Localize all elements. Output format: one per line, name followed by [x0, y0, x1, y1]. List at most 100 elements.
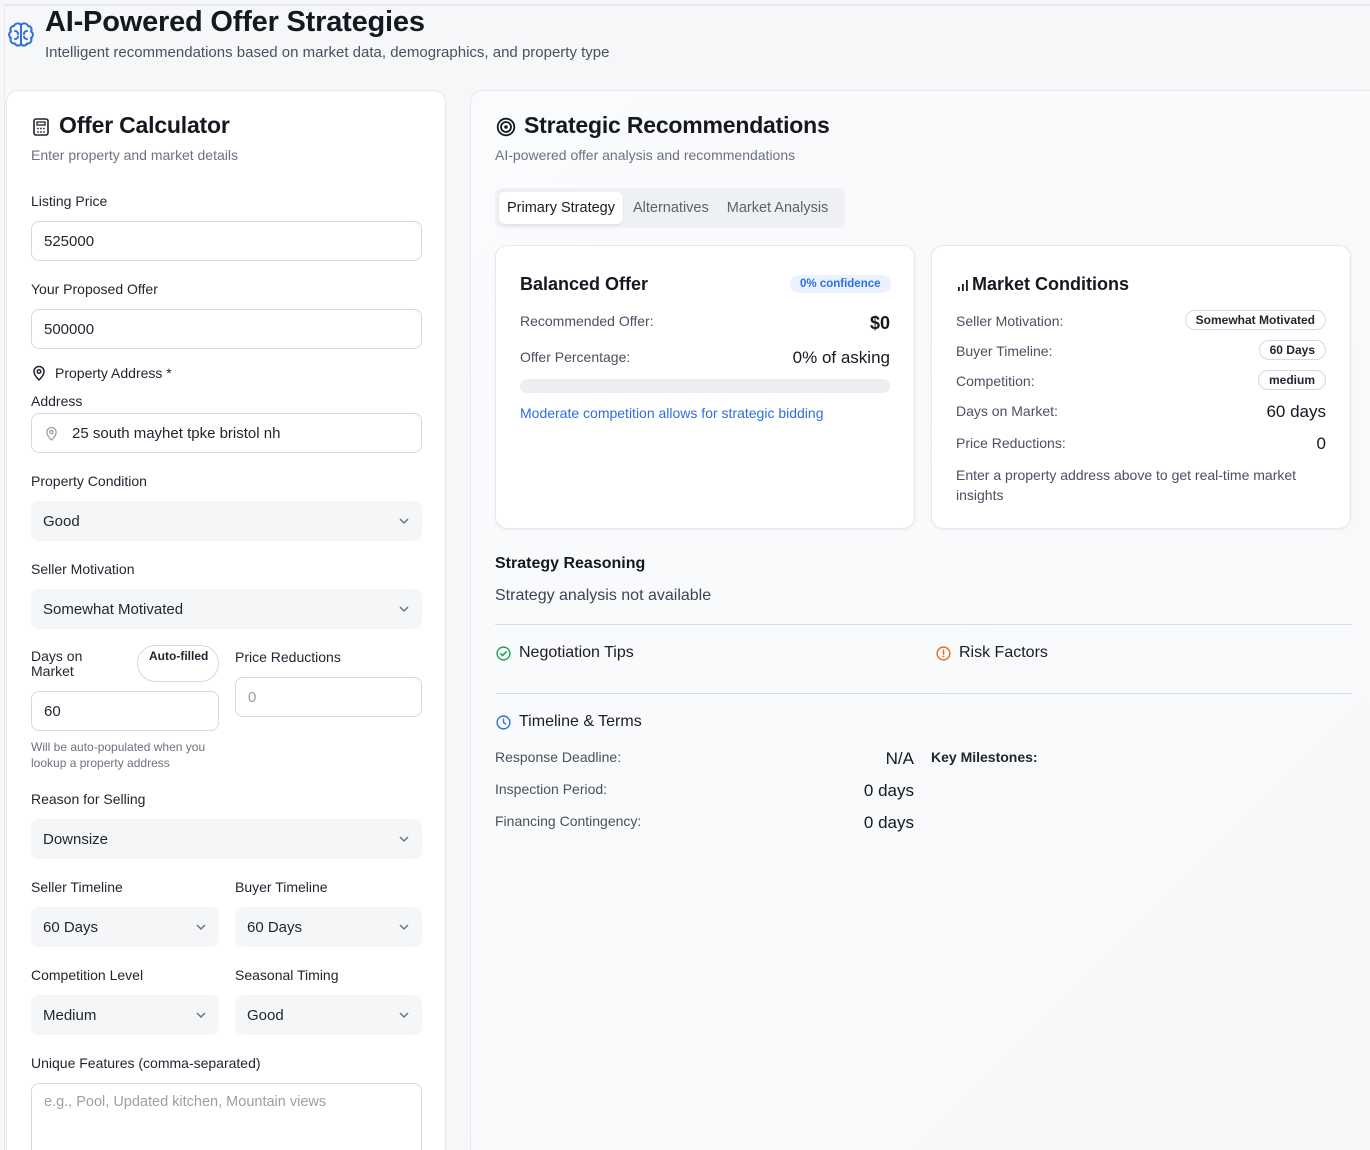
- property-condition-value: Good: [43, 512, 80, 530]
- seller-motivation-badge: Somewhat Motivated: [1184, 310, 1326, 330]
- recommended-offer-value: $0: [869, 313, 890, 333]
- buyer-timeline-badge: 60 Days: [1258, 340, 1326, 360]
- price-reductions-input[interactable]: 0: [235, 677, 422, 717]
- risk-factors-heading: Risk Factors: [959, 644, 1048, 661]
- tab-alternatives[interactable]: Alternatives: [625, 192, 717, 224]
- competition-level-select[interactable]: Medium: [31, 995, 219, 1035]
- days-on-market-input[interactable]: 60: [31, 691, 219, 731]
- divider: [495, 624, 1352, 625]
- inspection-period-label: Inspection Period:: [495, 781, 608, 797]
- offer-percentage-value: 0% of asking: [792, 348, 890, 367]
- inspection-period-value: 0 days: [863, 781, 914, 800]
- days-on-market-label: Days on Market: [31, 648, 83, 679]
- market-competition-label: Competition:: [956, 373, 1035, 389]
- days-on-market-hint: Will be auto-populated when you lookup a…: [31, 740, 206, 770]
- market-card-title: Market Conditions: [972, 274, 1130, 294]
- buyer-timeline-select[interactable]: 60 Days: [235, 907, 422, 947]
- market-days-value: 60 days: [1266, 402, 1326, 421]
- offer-calculator-card: Offer Calculator Enter property and mark…: [6, 90, 446, 1150]
- competition-level-value: Medium: [43, 1006, 97, 1024]
- divider: [495, 693, 1352, 694]
- seasonal-timing-value: Good: [247, 1006, 284, 1024]
- market-buyer-timeline-label: Buyer Timeline:: [956, 343, 1053, 359]
- left-border: [4, 4, 5, 1150]
- unique-features-label: Unique Features (comma-separated): [31, 1055, 261, 1071]
- map-pin-icon: [33, 365, 45, 381]
- listing-price-input[interactable]: 525000: [31, 221, 422, 261]
- offer-percentage-label: Offer Percentage:: [520, 349, 631, 365]
- response-deadline-label: Response Deadline:: [495, 749, 622, 765]
- recommendations-subtitle: AI-powered offer analysis and recommenda…: [495, 147, 796, 163]
- recommended-offer-label: Recommended Offer:: [520, 313, 654, 329]
- seasonal-timing-select[interactable]: Good: [235, 995, 422, 1035]
- chevron-down-icon: [399, 1012, 409, 1019]
- strategy-reasoning-title: Strategy Reasoning: [495, 555, 646, 572]
- strategy-reasoning-text: Strategy analysis not available: [495, 587, 712, 604]
- address-value: 25 south mayhet tpke bristol nh: [72, 424, 281, 442]
- property-condition-label: Property Condition: [31, 473, 147, 489]
- market-days-label: Days on Market:: [956, 403, 1058, 419]
- calculator-subtitle: Enter property and market details: [31, 147, 238, 163]
- target-icon: [496, 117, 516, 137]
- recommendations-title: Strategic Recommendations: [524, 112, 830, 138]
- chevron-down-icon: [399, 518, 409, 525]
- reason-for-selling-label: Reason for Selling: [31, 791, 146, 807]
- clock-icon: [496, 715, 511, 730]
- auto-filled-badge: Auto-filled: [137, 645, 219, 682]
- chevron-down-icon: [399, 924, 409, 931]
- competition-level-label: Competition Level: [31, 967, 144, 983]
- offer-note: Moderate competition allows for strategi…: [520, 405, 824, 421]
- calculator-icon: [33, 118, 49, 136]
- market-note: Enter a property address above to get re…: [956, 467, 1297, 503]
- reason-for-selling-value: Downsize: [43, 830, 109, 848]
- seasonal-timing-label: Seasonal Timing: [235, 967, 339, 983]
- alert-circle-icon: [936, 646, 951, 661]
- seller-timeline-label: Seller Timeline: [31, 879, 123, 895]
- offer-progress-bar: [520, 379, 890, 393]
- response-deadline-value: N/A: [885, 749, 914, 768]
- chevron-down-icon: [196, 1012, 206, 1019]
- property-condition-select[interactable]: Good: [31, 501, 422, 541]
- market-reductions-value: 0: [1316, 434, 1326, 453]
- strategic-recommendations-card: Strategic Recommendations AI-powered off…: [470, 90, 1370, 1150]
- market-seller-motivation-label: Seller Motivation:: [956, 313, 1064, 329]
- listing-price-label: Listing Price: [31, 193, 108, 209]
- proposed-offer-input[interactable]: 500000: [31, 309, 422, 349]
- confidence-badge: 0% confidence: [790, 275, 891, 293]
- market-conditions-card: Market Conditions Seller Motivation: Som…: [931, 245, 1351, 529]
- signal-bars-icon: [958, 280, 968, 291]
- tab-market-analysis[interactable]: Market Analysis: [719, 192, 837, 224]
- buyer-timeline-value: 60 Days: [247, 918, 303, 936]
- financing-contingency-label: Financing Contingency:: [495, 813, 642, 829]
- seller-timeline-select[interactable]: 60 Days: [31, 907, 219, 947]
- timeline-terms-heading: Timeline & Terms: [519, 713, 642, 730]
- financing-contingency-value: 0 days: [863, 813, 914, 832]
- market-reductions-label: Price Reductions:: [956, 435, 1066, 451]
- page-subtitle: Intelligent recommendations based on mar…: [45, 44, 610, 61]
- address-input[interactable]: 25 south mayhet tpke bristol nh: [31, 413, 422, 453]
- negotiation-tips-heading: Negotiation Tips: [519, 644, 634, 661]
- property-address-section-label: Property Address *: [55, 365, 172, 381]
- brain-icon: [8, 22, 34, 47]
- chevron-down-icon: [196, 924, 206, 931]
- buyer-timeline-label: Buyer Timeline: [235, 879, 328, 895]
- calculator-title: Offer Calculator: [59, 112, 230, 138]
- unique-features-textarea[interactable]: e.g., Pool, Updated kitchen, Mountain vi…: [31, 1083, 422, 1150]
- strategy-tabs: Primary Strategy Alternatives Market Ana…: [495, 188, 845, 228]
- balanced-offer-card: Balanced Offer 0% confidence Recommended…: [495, 245, 915, 529]
- check-circle-icon: [496, 646, 511, 661]
- seller-motivation-label: Seller Motivation: [31, 561, 135, 577]
- seller-timeline-value: 60 Days: [43, 918, 99, 936]
- tab-primary-strategy[interactable]: Primary Strategy: [499, 192, 623, 224]
- key-milestones-label: Key Milestones:: [931, 749, 1038, 765]
- competition-badge: medium: [1257, 370, 1326, 390]
- seller-motivation-value: Somewhat Motivated: [43, 600, 184, 618]
- page-title: AI-Powered Offer Strategies: [45, 6, 425, 38]
- address-pin-icon: [46, 426, 57, 441]
- proposed-offer-label: Your Proposed Offer: [31, 281, 158, 297]
- chevron-down-icon: [399, 606, 409, 613]
- seller-motivation-select[interactable]: Somewhat Motivated: [31, 589, 422, 629]
- chevron-down-icon: [399, 836, 409, 843]
- offer-card-title: Balanced Offer: [520, 274, 649, 294]
- reason-for-selling-select[interactable]: Downsize: [31, 819, 422, 859]
